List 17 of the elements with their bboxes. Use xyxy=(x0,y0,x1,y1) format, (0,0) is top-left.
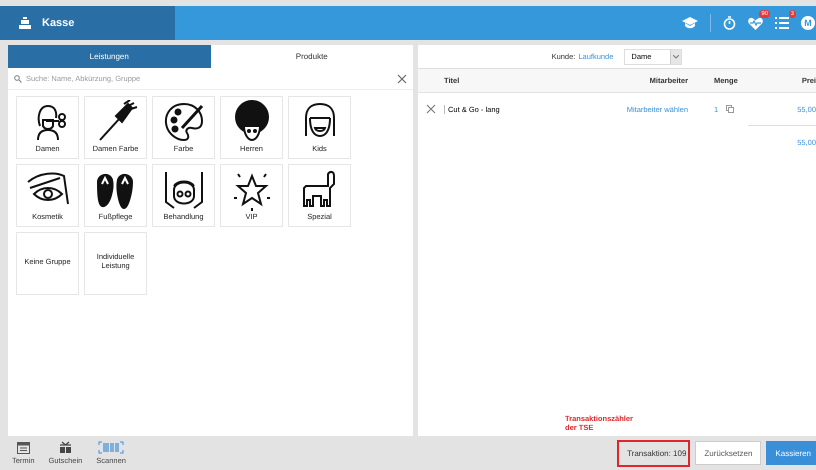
reset-button[interactable]: Zurücksetzen xyxy=(695,441,762,465)
calendar-icon xyxy=(16,441,30,454)
graduation-cap-icon[interactable] xyxy=(682,17,698,29)
heart-pulse-icon[interactable] xyxy=(748,16,763,30)
transaction-counter: Transaktion: 109 xyxy=(617,440,690,466)
remove-icon[interactable] xyxy=(426,104,436,114)
copy-icon[interactable] xyxy=(726,105,734,113)
tab[interactable]: Leistungen xyxy=(8,45,210,68)
register-icon xyxy=(18,16,32,30)
close-icon[interactable] xyxy=(397,74,407,84)
barcode-icon xyxy=(98,441,124,454)
caret-icon xyxy=(673,54,680,58)
gift-icon xyxy=(58,441,72,454)
list-icon[interactable] xyxy=(775,17,789,29)
stopwatch-icon[interactable] xyxy=(723,16,736,30)
search-icon xyxy=(14,74,22,82)
window-title: Kasse xyxy=(42,17,74,29)
